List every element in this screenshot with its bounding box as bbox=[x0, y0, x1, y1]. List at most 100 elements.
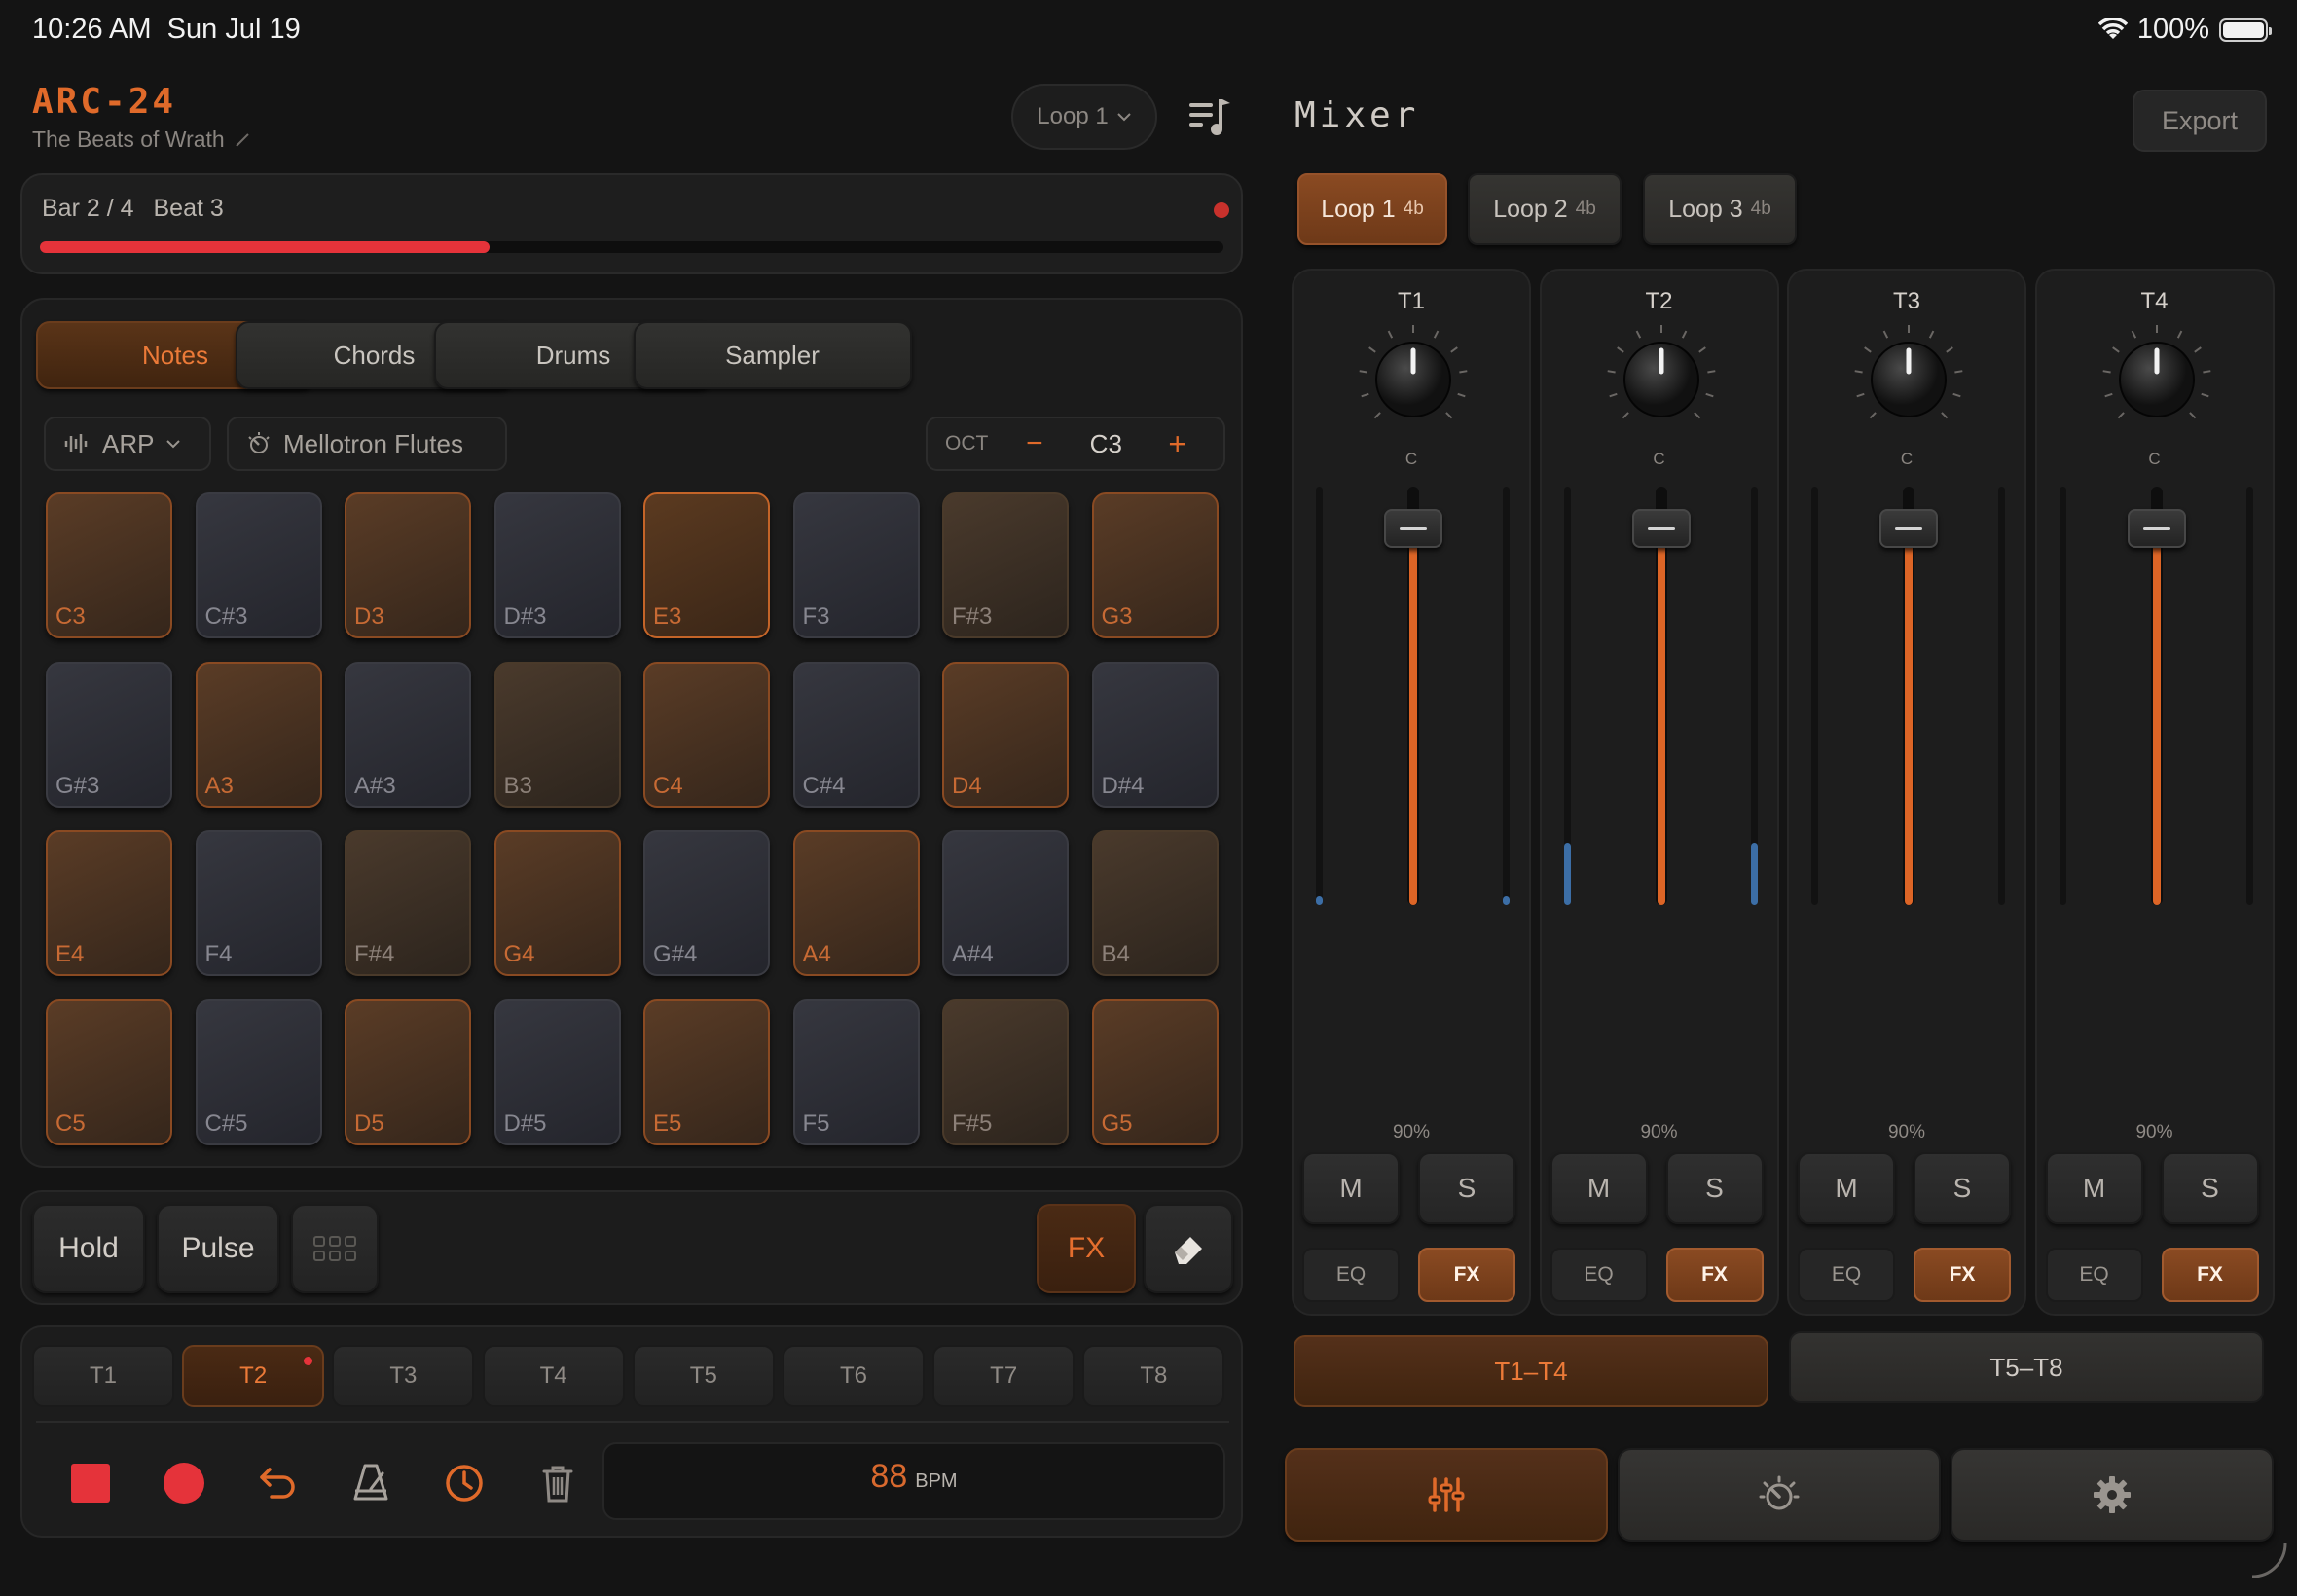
volume-fader-handle[interactable] bbox=[2127, 509, 2186, 548]
note-pad[interactable]: G3 bbox=[1091, 492, 1219, 638]
resize-handle-icon[interactable] bbox=[2246, 1538, 2289, 1580]
volume-fader-handle[interactable] bbox=[1631, 509, 1691, 548]
loop-beats: 4b bbox=[1403, 199, 1424, 219]
note-pad[interactable]: F4 bbox=[195, 830, 322, 976]
note-pad[interactable]: A#3 bbox=[345, 661, 471, 808]
export-button[interactable]: Export bbox=[2133, 90, 2267, 152]
solo-button[interactable]: S bbox=[1665, 1152, 1764, 1224]
channel-fx-button[interactable]: FX bbox=[1418, 1248, 1515, 1302]
note-pad[interactable]: D#4 bbox=[1091, 661, 1219, 808]
pan-knob[interactable] bbox=[1603, 321, 1720, 438]
volume-fader-handle[interactable] bbox=[1879, 509, 1938, 548]
note-pad[interactable]: C#5 bbox=[195, 998, 322, 1145]
pan-knob[interactable] bbox=[1850, 321, 1967, 438]
note-pad[interactable]: E5 bbox=[643, 998, 770, 1145]
delete-button[interactable] bbox=[529, 1454, 587, 1512]
arp-mode-dropdown[interactable]: ARP bbox=[44, 417, 211, 471]
note-pad[interactable]: C4 bbox=[643, 661, 770, 808]
record-button[interactable] bbox=[155, 1454, 213, 1512]
note-pad[interactable]: C3 bbox=[46, 492, 172, 638]
track-tab-t1[interactable]: T1 bbox=[32, 1345, 174, 1407]
mixer-loop-1-button[interactable]: Loop 1 4b bbox=[1297, 173, 1447, 245]
track-tab-t3[interactable]: T3 bbox=[332, 1345, 475, 1407]
eq-button[interactable]: EQ bbox=[1550, 1248, 1648, 1302]
note-pad[interactable]: C#4 bbox=[792, 661, 920, 808]
track-tab-t6[interactable]: T6 bbox=[783, 1345, 925, 1407]
mute-button[interactable]: M bbox=[1550, 1152, 1648, 1224]
octave-up-button[interactable]: + bbox=[1148, 426, 1206, 462]
playback-progress-panel: Bar 2 / 4 Beat 3 bbox=[20, 173, 1243, 274]
note-pad[interactable]: F5 bbox=[792, 998, 920, 1145]
note-pad[interactable]: A4 bbox=[792, 830, 920, 976]
track-tab-t7[interactable]: T7 bbox=[932, 1345, 1076, 1407]
note-pad[interactable]: D3 bbox=[345, 492, 471, 638]
note-pad[interactable]: E3 bbox=[643, 492, 770, 638]
bpm-display[interactable]: 88 BPM bbox=[602, 1442, 1225, 1520]
mixer-loop-3-button[interactable]: Loop 3 4b bbox=[1643, 173, 1797, 245]
song-title[interactable]: The Beats of Wrath bbox=[32, 127, 250, 153]
eq-button[interactable]: EQ bbox=[1302, 1248, 1400, 1302]
loop-select-dropdown[interactable]: Loop 1 bbox=[1011, 84, 1157, 150]
mixer-loop-2-button[interactable]: Loop 2 4b bbox=[1468, 173, 1622, 245]
note-pad[interactable]: D4 bbox=[942, 661, 1069, 808]
edit-pencil-icon[interactable] bbox=[235, 132, 250, 148]
channel-fx-button[interactable]: FX bbox=[1914, 1248, 2011, 1302]
level-meter-right bbox=[1998, 487, 2005, 905]
mute-button[interactable]: M bbox=[2045, 1152, 2143, 1224]
eq-button[interactable]: EQ bbox=[1798, 1248, 1895, 1302]
note-pad[interactable]: F#4 bbox=[345, 830, 471, 976]
note-pad[interactable]: D5 bbox=[345, 998, 471, 1145]
history-button[interactable] bbox=[435, 1454, 493, 1512]
hold-button[interactable]: Hold bbox=[32, 1204, 145, 1293]
note-pad[interactable]: B4 bbox=[1091, 830, 1219, 976]
note-pad[interactable]: G4 bbox=[493, 830, 621, 976]
solo-button[interactable]: S bbox=[1418, 1152, 1515, 1224]
channel-bank-2-button[interactable]: T5–T8 bbox=[1789, 1331, 2264, 1403]
progress-track[interactable] bbox=[40, 241, 1223, 253]
instrument-nav-button[interactable] bbox=[1618, 1448, 1941, 1542]
clock-icon bbox=[446, 1465, 483, 1502]
undo-button[interactable] bbox=[248, 1454, 307, 1512]
grid-toggle-button[interactable] bbox=[291, 1204, 379, 1293]
instrument-select[interactable]: Mellotron Flutes bbox=[227, 417, 507, 471]
note-pad[interactable]: G#4 bbox=[643, 830, 770, 976]
note-pad[interactable]: C#3 bbox=[195, 492, 322, 638]
stop-button[interactable] bbox=[61, 1454, 120, 1512]
octave-down-button[interactable]: − bbox=[1006, 427, 1064, 460]
note-pad[interactable]: A#4 bbox=[942, 830, 1069, 976]
note-pad[interactable]: G5 bbox=[1091, 998, 1219, 1145]
note-pad[interactable]: D#3 bbox=[493, 492, 621, 638]
pan-knob[interactable] bbox=[2098, 321, 2215, 438]
track-tab-t4[interactable]: T4 bbox=[482, 1345, 625, 1407]
volume-fader-handle[interactable] bbox=[1384, 509, 1442, 548]
track-tab-t2[interactable]: T2 bbox=[182, 1345, 325, 1407]
channel-bank-1-button[interactable]: T1–T4 bbox=[1294, 1335, 1768, 1407]
track-tab-t8[interactable]: T8 bbox=[1082, 1345, 1225, 1407]
playlist-icon[interactable] bbox=[1185, 93, 1234, 142]
solo-button[interactable]: S bbox=[2161, 1152, 2259, 1224]
note-pad[interactable]: G#3 bbox=[46, 661, 172, 808]
eraser-button[interactable] bbox=[1144, 1204, 1233, 1293]
metronome-button[interactable] bbox=[342, 1454, 400, 1512]
note-pad[interactable]: A3 bbox=[195, 661, 322, 808]
pan-knob[interactable] bbox=[1355, 321, 1472, 438]
tab-sampler[interactable]: Sampler bbox=[633, 321, 912, 389]
fx-button[interactable]: FX bbox=[1037, 1204, 1136, 1293]
channel-fx-button[interactable]: FX bbox=[1665, 1248, 1764, 1302]
eq-button[interactable]: EQ bbox=[2045, 1248, 2143, 1302]
pulse-button[interactable]: Pulse bbox=[157, 1204, 279, 1293]
note-pad[interactable]: D#5 bbox=[493, 998, 621, 1145]
note-pad[interactable]: F3 bbox=[792, 492, 920, 638]
settings-nav-button[interactable] bbox=[1951, 1448, 2274, 1542]
mute-button[interactable]: M bbox=[1798, 1152, 1895, 1224]
mute-button[interactable]: M bbox=[1302, 1152, 1400, 1224]
channel-fx-button[interactable]: FX bbox=[2161, 1248, 2259, 1302]
note-pad[interactable]: F#5 bbox=[942, 998, 1069, 1145]
mixer-nav-button[interactable] bbox=[1285, 1448, 1608, 1542]
track-tab-t5[interactable]: T5 bbox=[632, 1345, 775, 1407]
note-pad[interactable]: F#3 bbox=[942, 492, 1069, 638]
solo-button[interactable]: S bbox=[1914, 1152, 2011, 1224]
note-pad[interactable]: C5 bbox=[46, 998, 172, 1145]
note-pad[interactable]: B3 bbox=[493, 661, 621, 808]
note-pad[interactable]: E4 bbox=[46, 830, 172, 976]
